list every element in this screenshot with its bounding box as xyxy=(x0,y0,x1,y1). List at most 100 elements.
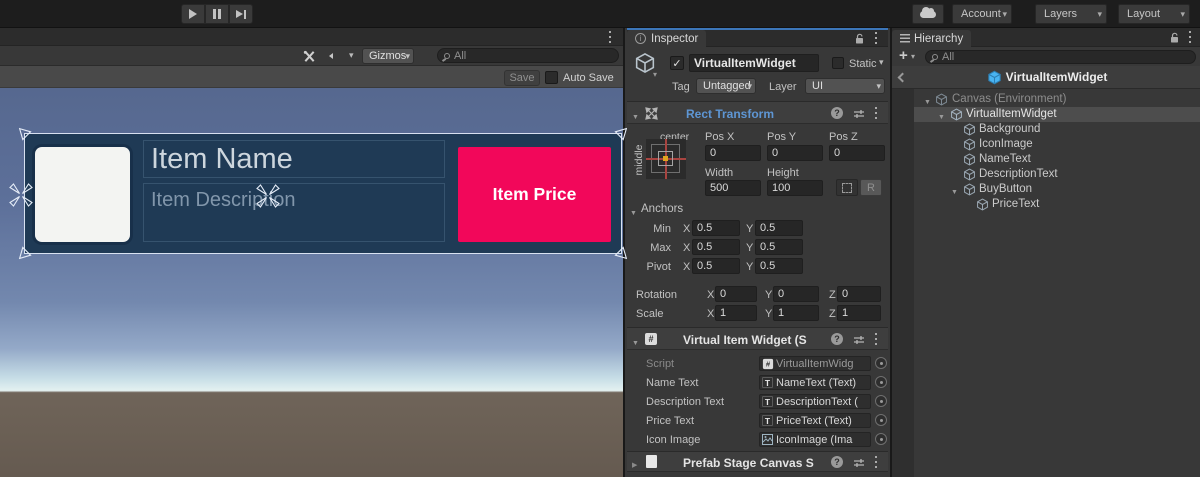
tree-row-descriptiontext[interactable]: DescriptionText xyxy=(892,167,1200,182)
script-component-fold-icon[interactable] xyxy=(632,336,639,348)
script-presets-icon[interactable] xyxy=(853,334,865,346)
max-y-field[interactable]: 0.5 xyxy=(755,239,803,255)
hierarchy-menu-icon[interactable] xyxy=(1189,31,1191,43)
tab-inspector[interactable]: Inspector xyxy=(627,30,706,47)
virtual-item-widget-canvas[interactable]: Item Name Item Description Item Price xyxy=(25,134,621,253)
prefab-canvas-presets-icon[interactable] xyxy=(853,457,865,469)
rect-handle-bottom-left[interactable] xyxy=(14,245,32,263)
layers-dropdown[interactable]: Layers xyxy=(1035,4,1107,24)
scene-viewport[interactable]: Item Name Item Description Item Price xyxy=(0,88,623,477)
active-checkbox[interactable] xyxy=(670,56,684,70)
script-component-header[interactable]: Virtual Item Widget (S ? xyxy=(627,327,888,350)
pos-x-field[interactable]: 0 xyxy=(705,145,761,161)
prefab-canvas-menu-icon[interactable] xyxy=(875,456,877,468)
script-object-picker[interactable] xyxy=(875,357,887,369)
pause-button[interactable] xyxy=(205,4,229,24)
raw-edit-mode-button[interactable]: R xyxy=(860,179,882,196)
help-icon[interactable]: ? xyxy=(831,107,843,119)
static-dropdown-arrow[interactable]: ▾ xyxy=(879,57,884,68)
icon-image-placeholder[interactable] xyxy=(35,147,130,242)
buybutton-fold-icon[interactable] xyxy=(951,185,958,197)
description-text-object-picker[interactable] xyxy=(875,395,887,407)
static-checkbox[interactable] xyxy=(832,57,844,69)
width-field[interactable]: 500 xyxy=(705,180,761,196)
scale-y-field[interactable]: 1 xyxy=(773,305,819,321)
pos-z-field[interactable]: 0 xyxy=(829,145,885,161)
play-button[interactable] xyxy=(181,4,205,24)
prefab-canvas-help-icon[interactable]: ? xyxy=(831,456,843,468)
tab-hierarchy[interactable]: Hierarchy xyxy=(892,30,971,47)
buy-button-element[interactable]: Item Price xyxy=(458,147,611,242)
price-text-object-picker[interactable] xyxy=(875,414,887,426)
pivot-x-field[interactable]: 0.5 xyxy=(692,258,740,274)
scene-menu-icon[interactable] xyxy=(609,31,611,43)
pivot-y-field[interactable]: 0.5 xyxy=(755,258,803,274)
script-menu-icon[interactable] xyxy=(875,333,877,345)
tree-row-canvas[interactable]: Canvas (Environment) xyxy=(892,92,1200,107)
tag-dropdown[interactable]: Untagged xyxy=(696,78,756,94)
description-text-field-value[interactable]: DescriptionText ( xyxy=(759,394,871,409)
canvas-fold-icon[interactable] xyxy=(924,95,931,107)
presets-icon[interactable] xyxy=(853,108,865,120)
raw-edit-label: R xyxy=(867,182,875,194)
prefab-canvas-fold-icon[interactable] xyxy=(632,458,637,470)
lock-icon[interactable] xyxy=(854,33,865,45)
anchor-gizmo-left-icon[interactable] xyxy=(9,183,33,207)
pos-y-field[interactable]: 0 xyxy=(767,145,823,161)
tree-row-pricetext[interactable]: PriceText xyxy=(892,197,1200,212)
create-dropdown-arrow[interactable]: ▾ xyxy=(911,52,915,61)
rect-transform-header[interactable]: Rect Transform ? xyxy=(627,101,888,124)
layout-dropdown[interactable]: Layout xyxy=(1118,4,1190,24)
save-button[interactable]: Save xyxy=(504,70,540,86)
icon-image-object-picker[interactable] xyxy=(875,433,887,445)
account-dropdown[interactable]: Account xyxy=(952,4,1012,24)
max-x-field[interactable]: 0.5 xyxy=(692,239,740,255)
price-text-field-value[interactable]: PriceText (Text) xyxy=(759,413,871,428)
rect-handle-top-left[interactable] xyxy=(14,123,32,141)
scene-tools-icon[interactable] xyxy=(302,50,317,63)
inspector-menu-icon[interactable] xyxy=(875,32,877,44)
tree-row-virtualitemwidget[interactable]: VirtualItemWidget xyxy=(892,107,1200,122)
name-text-element[interactable]: Item Name xyxy=(143,140,445,178)
prefab-canvas-component-header[interactable]: Prefab Stage Canvas S ? xyxy=(627,451,888,472)
min-x-field[interactable]: 0.5 xyxy=(692,220,740,236)
tree-row-buybutton[interactable]: BuyButton xyxy=(892,182,1200,197)
icon-image-field-value[interactable]: IconImage (Ima xyxy=(759,432,871,447)
anchor-gizmo-icon[interactable] xyxy=(256,184,280,208)
script-help-icon[interactable]: ? xyxy=(831,333,843,345)
anchors-fold-icon[interactable] xyxy=(630,206,637,218)
prefab-root-title[interactable]: VirtualItemWidget xyxy=(1006,70,1108,84)
rect-transform-fold-icon[interactable] xyxy=(632,110,639,122)
layer-dropdown[interactable]: UI xyxy=(805,78,885,94)
scene-search-field[interactable]: All xyxy=(437,48,619,63)
rect-transform-menu-icon[interactable] xyxy=(875,107,877,119)
min-y-field[interactable]: 0.5 xyxy=(755,220,803,236)
rotation-y-field[interactable]: 0 xyxy=(773,286,819,302)
gameobject-name-field[interactable]: VirtualItemWidget xyxy=(689,54,819,72)
name-text-field-value[interactable]: NameText (Text) xyxy=(759,375,871,390)
create-object-button[interactable] xyxy=(899,47,908,64)
description-text-element[interactable]: Item Description xyxy=(143,183,445,242)
rotation-x-field[interactable]: 0 xyxy=(715,286,757,302)
cloud-services-button[interactable] xyxy=(912,4,944,24)
prefab-back-icon[interactable] xyxy=(898,73,908,83)
virtualitemwidget-fold-icon[interactable] xyxy=(938,110,945,122)
auto-save-checkbox[interactable] xyxy=(545,71,558,84)
scale-z-field[interactable]: 1 xyxy=(837,305,881,321)
anchor-preset-button[interactable] xyxy=(646,139,686,179)
gizmos-dropdown[interactable]: Gizmos xyxy=(362,48,414,64)
script-field-value[interactable]: VirtualItemWidg xyxy=(759,356,871,371)
blueprint-mode-button[interactable] xyxy=(836,179,858,196)
scale-x-field[interactable]: 1 xyxy=(715,305,757,321)
step-button[interactable] xyxy=(229,4,253,24)
height-field[interactable]: 100 xyxy=(767,180,823,196)
tree-row-iconimage[interactable]: IconImage xyxy=(892,137,1200,152)
rotation-z-field[interactable]: 0 xyxy=(837,286,881,302)
camera-dropdown-arrow-icon[interactable]: ▾ xyxy=(349,50,354,61)
tree-row-background[interactable]: Background xyxy=(892,122,1200,137)
name-text-object-picker[interactable] xyxy=(875,376,887,388)
hierarchy-search-field[interactable]: All xyxy=(925,50,1196,64)
gameobject-icon-dropdown-arrow[interactable]: ▾ xyxy=(653,70,657,79)
hierarchy-lock-icon[interactable] xyxy=(1169,32,1180,44)
tree-row-nametext[interactable]: NameText xyxy=(892,152,1200,167)
